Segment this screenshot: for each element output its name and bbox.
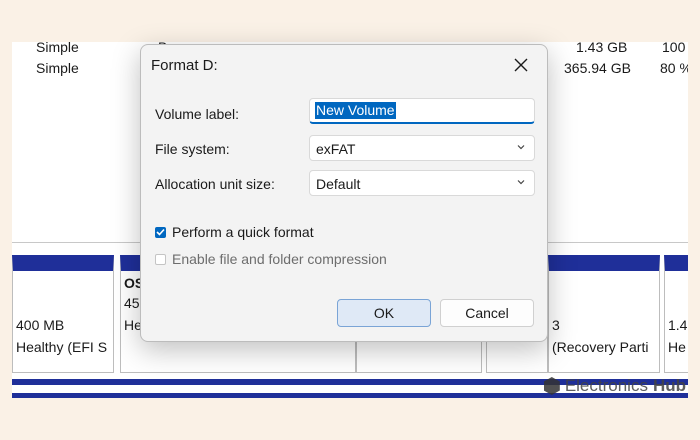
watermark-text: Electronics — [564, 376, 648, 395]
checkbox-unchecked[interactable] — [155, 253, 166, 265]
volume-label-value: New Volume — [315, 102, 396, 119]
allocation-unit-size-value: Default — [316, 176, 361, 192]
format-dialog: Format D: Volume label: New Volume File … — [140, 44, 548, 342]
partition-extra[interactable]: 1.4 He — [664, 255, 688, 373]
close-button[interactable] — [505, 51, 537, 79]
quick-format-label: Perform a quick format — [172, 224, 314, 240]
allocation-unit-size-label: Allocation unit size: — [155, 176, 275, 192]
file-system-label: File system: — [155, 141, 230, 157]
file-system-value: exFAT — [316, 141, 356, 157]
volume-layout: Simple — [36, 42, 79, 55]
checkmark-icon — [156, 228, 165, 236]
volume-capacity: 1.43 GB — [576, 42, 628, 55]
volume-layout: Simple — [36, 60, 79, 76]
watermark-text-bold: Hub — [652, 376, 686, 395]
cancel-button[interactable]: Cancel — [440, 299, 534, 327]
partition-size: 3 — [552, 317, 560, 333]
partition-status: He — [668, 339, 686, 355]
compression-label: Enable file and folder compression — [172, 251, 387, 267]
partition-status: Healthy (EFI S — [16, 339, 108, 355]
quick-format-checkbox[interactable]: Perform a quick format — [155, 224, 314, 240]
volume-label-input[interactable]: New Volume — [309, 98, 535, 124]
volume-label-label: Volume label: — [155, 106, 240, 122]
compression-checkbox[interactable]: Enable file and folder compression — [155, 251, 387, 267]
partition-size: 45 — [124, 295, 140, 311]
volume-percent: 100 % — [662, 42, 688, 55]
partition-recovery[interactable]: 3 (Recovery Parti — [548, 255, 660, 373]
volume-percent: 80 % — [660, 60, 688, 76]
partition-size: 400 MB — [16, 317, 65, 333]
ok-button[interactable]: OK — [337, 299, 431, 327]
checkbox-checked[interactable] — [155, 226, 166, 238]
partition-size: 1.4 — [668, 317, 688, 333]
close-icon — [514, 58, 528, 72]
partition-efi[interactable]: 400 MB Healthy (EFI S — [12, 255, 114, 373]
electronics-hub-watermark: Electronics Hub — [543, 376, 686, 396]
allocation-unit-size-select[interactable]: Default — [309, 170, 535, 196]
volume-capacity: 365.94 GB — [564, 60, 631, 76]
chevron-down-icon — [517, 180, 525, 185]
logo-icon — [543, 377, 560, 395]
file-system-select[interactable]: exFAT — [309, 135, 535, 161]
partition-status: (Recovery Parti — [552, 339, 649, 355]
chevron-down-icon — [517, 145, 525, 150]
dialog-title: Format D: — [151, 57, 218, 74]
